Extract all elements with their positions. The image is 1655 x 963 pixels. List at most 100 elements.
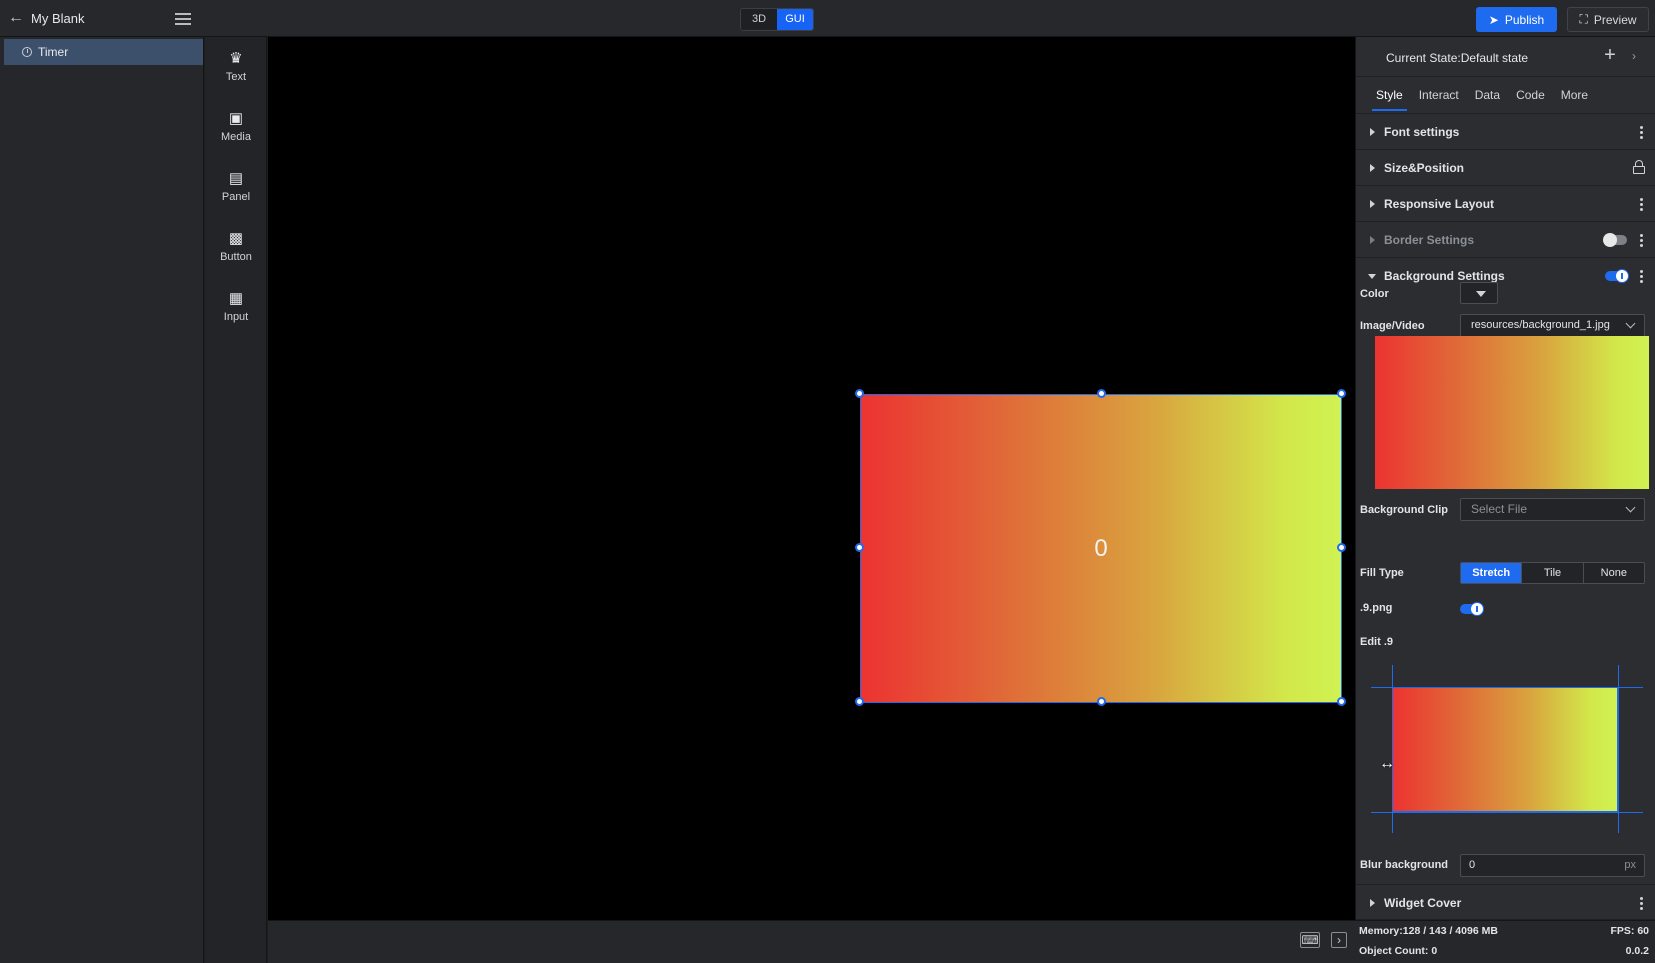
- section-responsive-layout[interactable]: Responsive Layout: [1356, 186, 1655, 222]
- more-options-icon[interactable]: [1636, 268, 1646, 284]
- button-icon: ▩: [228, 230, 244, 247]
- editor-app: ← My Blank 3D GUI ➤ Publish ⛶ Preview Ti…: [0, 0, 1655, 963]
- section-title: Border Settings: [1384, 233, 1475, 247]
- tree-item-label: Timer: [38, 45, 69, 59]
- tab-code[interactable]: Code: [1508, 85, 1553, 111]
- resize-handle-top-left[interactable]: [855, 389, 864, 398]
- back-arrow-icon[interactable]: ←: [7, 9, 25, 27]
- scene-tree: Timer: [0, 37, 204, 963]
- panel-icon: ▤: [228, 170, 244, 187]
- guide-right[interactable]: [1618, 665, 1619, 833]
- background-toggle[interactable]: [1605, 269, 1629, 283]
- background-image-preview: [1375, 336, 1649, 489]
- text-icon: ♛: [229, 50, 243, 67]
- caret-right-icon: [1370, 200, 1375, 208]
- guide-top[interactable]: [1371, 687, 1643, 688]
- media-icon: ▣: [228, 110, 244, 127]
- section-size-position[interactable]: Size&Position: [1356, 150, 1655, 186]
- mode-gui-button[interactable]: GUI: [777, 9, 813, 30]
- widget-panel[interactable]: ▤ Panel: [205, 167, 267, 213]
- project-title: My Blank: [31, 11, 85, 26]
- widget-label: Input: [223, 311, 249, 323]
- border-toggle[interactable]: [1603, 233, 1627, 247]
- tab-style[interactable]: Style: [1368, 85, 1411, 111]
- resize-handle-bottom-right[interactable]: [1337, 697, 1346, 706]
- section-background-settings[interactable]: Background Settings: [1356, 258, 1655, 294]
- more-options-icon[interactable]: [1636, 124, 1646, 140]
- resize-handle-right[interactable]: [1337, 543, 1346, 552]
- color-picker[interactable]: [1460, 282, 1498, 304]
- section-title: Background Settings: [1384, 269, 1505, 283]
- caret-right-icon: [1370, 164, 1375, 172]
- fullscreen-icon: ⛶: [1579, 12, 1588, 26]
- fill-type-segmented: Stretch Tile None: [1460, 562, 1645, 584]
- fill-none-button[interactable]: None: [1582, 563, 1644, 583]
- widget-text[interactable]: ♛ Text: [205, 47, 267, 93]
- section-font-settings[interactable]: Font settings: [1356, 114, 1655, 150]
- fps-status: FPS: 60: [1610, 925, 1649, 937]
- background-clip-label: Background Clip: [1360, 504, 1449, 516]
- lock-icon[interactable]: [1633, 160, 1645, 174]
- ninepatch-toggle[interactable]: [1460, 602, 1484, 616]
- caret-right-icon: [1370, 236, 1375, 244]
- guide-left[interactable]: [1392, 665, 1393, 833]
- resize-handle-bottom-left[interactable]: [855, 697, 864, 706]
- resize-handle-bottom[interactable]: [1097, 697, 1106, 706]
- chevron-down-icon: [1625, 502, 1636, 513]
- blur-background-label: Blur background: [1360, 859, 1449, 871]
- terminal-icon[interactable]: ›: [1331, 932, 1347, 948]
- section-widget-cover[interactable]: Widget Cover: [1356, 884, 1655, 920]
- design-canvas[interactable]: 0: [268, 37, 1355, 920]
- version-status: 0.0.2: [1625, 945, 1649, 957]
- paper-plane-icon: ➤: [1488, 12, 1499, 27]
- object-count-status: Object Count: 0: [1359, 945, 1438, 957]
- panel-tabs: Style Interact Data Code More: [1368, 85, 1596, 111]
- section-title: Size&Position: [1384, 161, 1465, 175]
- tab-more[interactable]: More: [1553, 85, 1596, 111]
- tab-interact[interactable]: Interact: [1411, 85, 1467, 111]
- widget-input[interactable]: ▦ Input: [205, 287, 267, 333]
- ew-resize-cursor-icon: ↔: [1379, 755, 1395, 772]
- mode-switch: 3D GUI: [740, 8, 814, 31]
- mode-3d-button[interactable]: 3D: [741, 9, 777, 30]
- publish-button[interactable]: ➤ Publish: [1476, 7, 1557, 32]
- ninepatch-editor[interactable]: ↔: [1371, 665, 1643, 833]
- widget-toolbar: ♛ Text ▣ Media ▤ Panel ▩ Button ▦ Input: [205, 37, 267, 963]
- resize-handle-left[interactable]: [855, 543, 864, 552]
- fill-tile-button[interactable]: Tile: [1521, 563, 1583, 583]
- ninepatch-image: [1392, 687, 1618, 812]
- add-state-icon[interactable]: +: [1600, 45, 1620, 66]
- widget-media[interactable]: ▣ Media: [205, 107, 267, 153]
- status-bar: Memory:128 / 143 / 4096 MB FPS: 60 Objec…: [1355, 920, 1655, 963]
- widget-label: Button: [220, 251, 252, 263]
- selected-timer-widget[interactable]: 0: [855, 389, 1346, 706]
- chevron-right-icon[interactable]: ›: [1632, 49, 1636, 63]
- more-options-icon[interactable]: [1636, 895, 1646, 911]
- resize-handle-top[interactable]: [1097, 389, 1106, 398]
- hamburger-menu-icon[interactable]: [174, 10, 192, 28]
- blur-background-input[interactable]: 0 px: [1460, 854, 1645, 877]
- properties-panel: Current State:Default state + › Style In…: [1355, 37, 1655, 920]
- fill-stretch-button[interactable]: Stretch: [1461, 563, 1522, 583]
- caret-right-icon: [1370, 128, 1375, 136]
- color-label: Color: [1360, 288, 1389, 300]
- image-video-select[interactable]: resources/background_1.jpg: [1460, 314, 1645, 337]
- tab-data[interactable]: Data: [1467, 85, 1508, 111]
- timer-value: 0: [1094, 534, 1108, 562]
- widget-label: Text: [225, 71, 247, 83]
- more-options-icon[interactable]: [1636, 232, 1646, 248]
- tree-item-timer[interactable]: Timer: [4, 39, 203, 65]
- background-clip-select[interactable]: Select File: [1460, 498, 1645, 521]
- caret-down-icon: [1368, 274, 1376, 279]
- guide-bottom[interactable]: [1371, 812, 1643, 813]
- section-title: Responsive Layout: [1384, 197, 1495, 211]
- section-border-settings[interactable]: Border Settings: [1356, 222, 1655, 258]
- blur-value: 0: [1469, 859, 1476, 871]
- widget-button[interactable]: ▩ Button: [205, 227, 267, 273]
- resize-handle-top-right[interactable]: [1337, 389, 1346, 398]
- preview-button[interactable]: ⛶ Preview: [1567, 7, 1649, 32]
- more-options-icon[interactable]: [1636, 196, 1646, 212]
- section-title: Widget Cover: [1384, 896, 1462, 910]
- keyboard-icon[interactable]: ⌨: [1300, 932, 1320, 948]
- fill-type-label: Fill Type: [1360, 567, 1404, 579]
